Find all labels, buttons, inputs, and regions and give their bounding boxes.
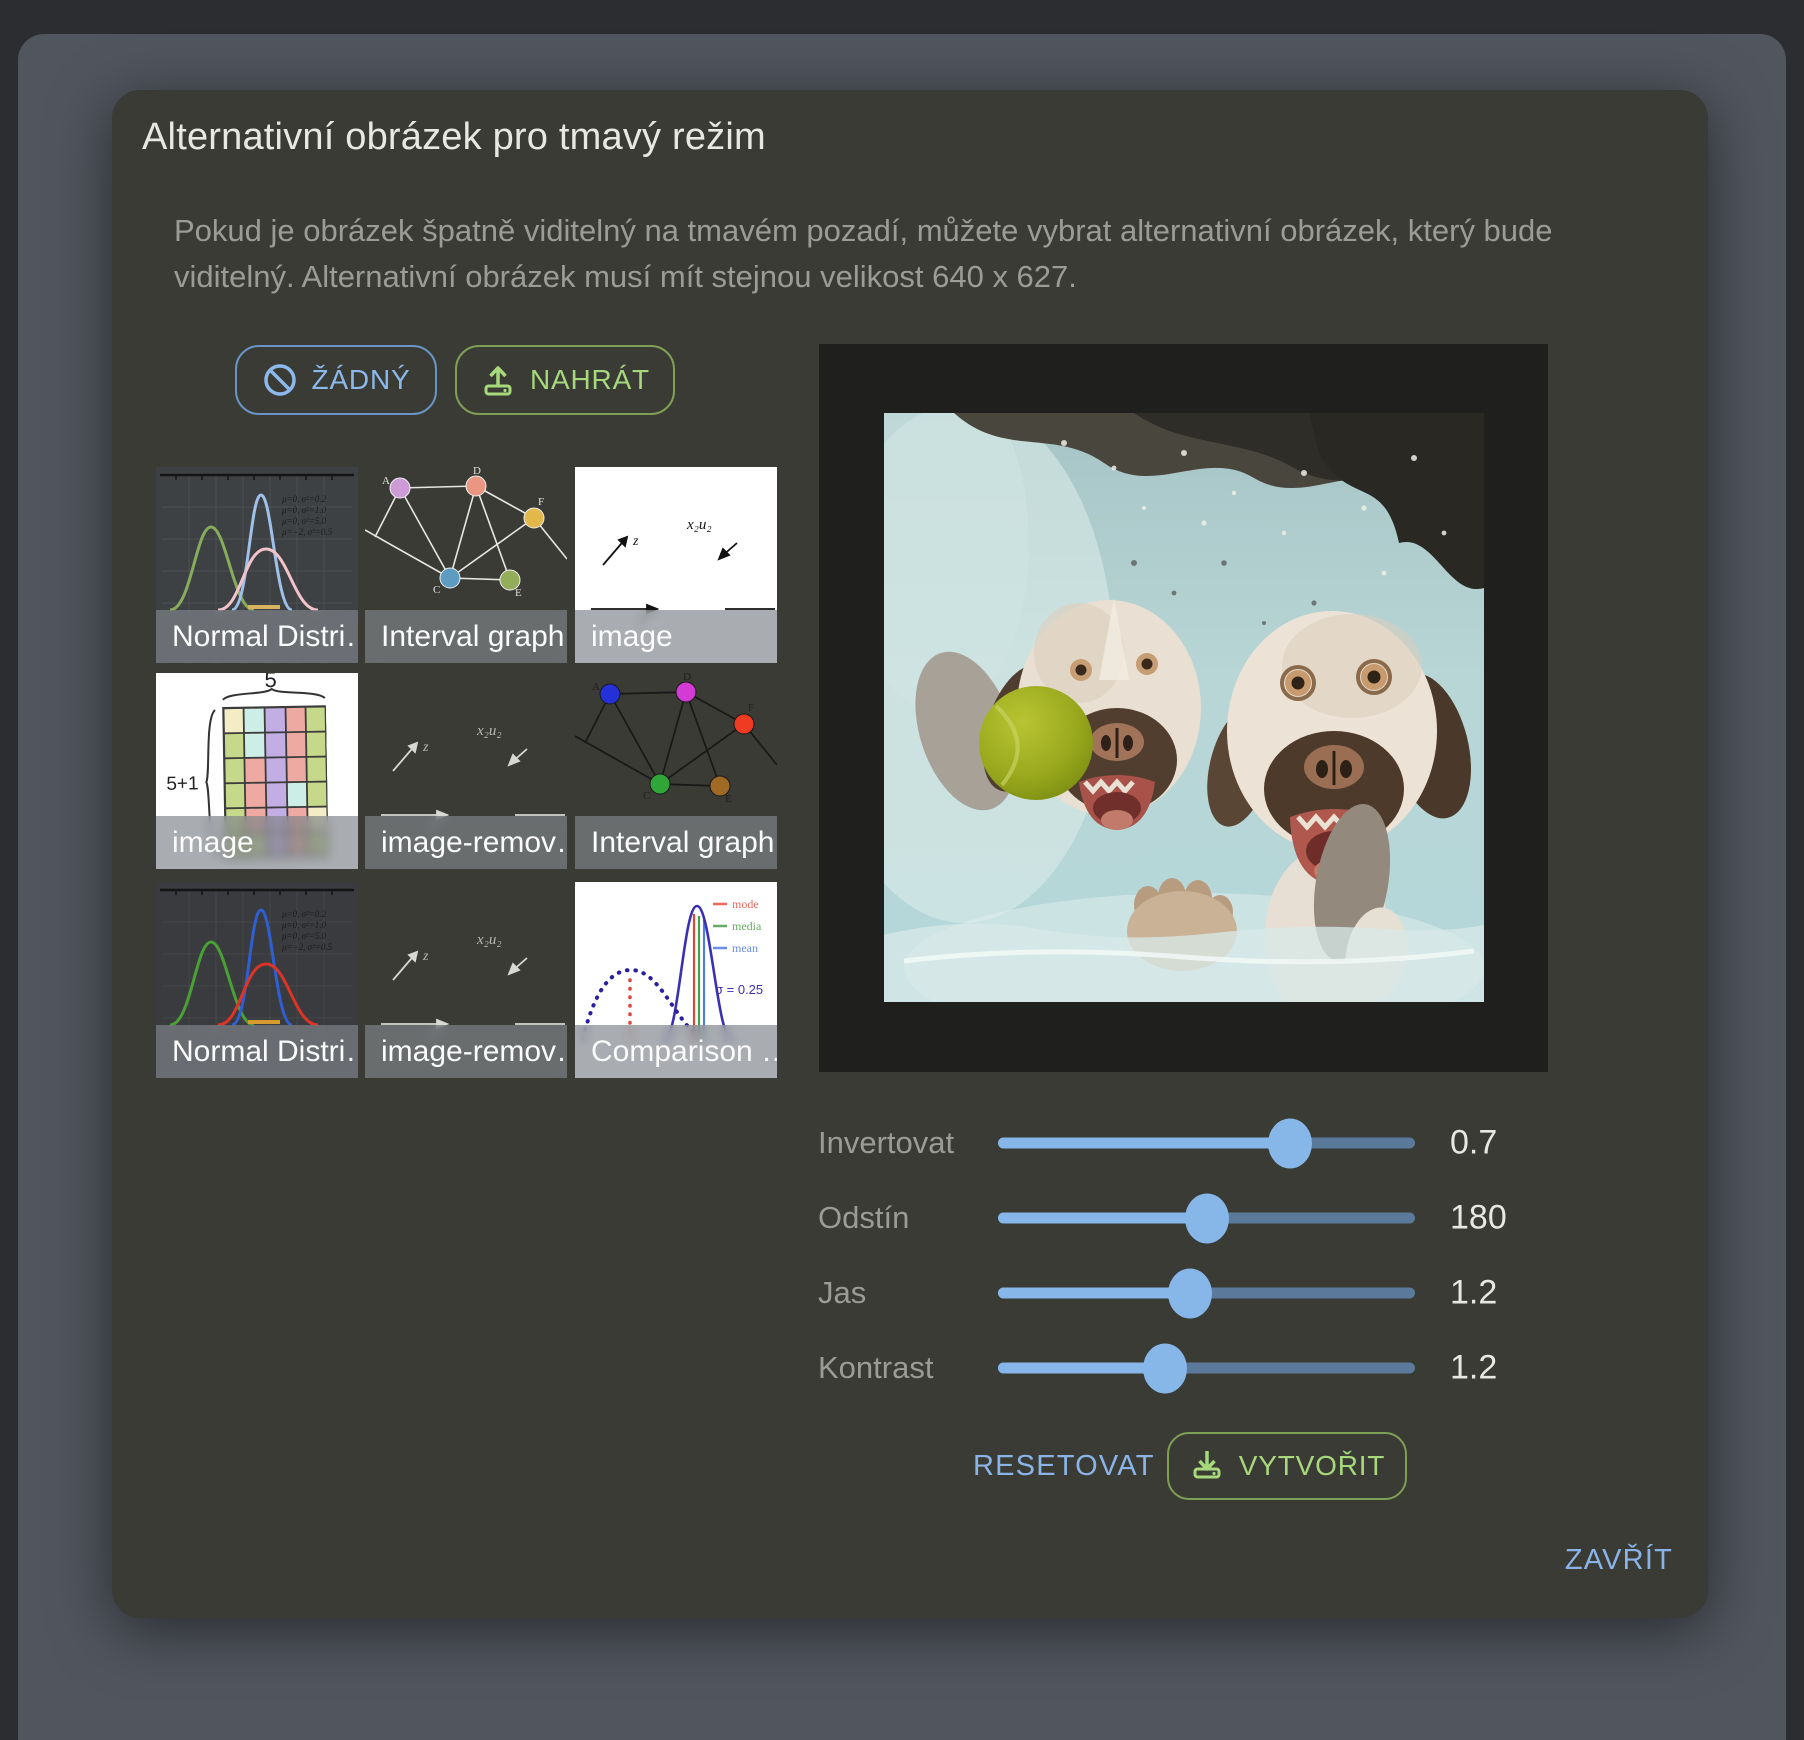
slider-value-contrast: 1.2	[1450, 1349, 1497, 1388]
svg-text:E: E	[725, 793, 732, 805]
preview-image-dogs-underwater	[884, 413, 1484, 1002]
slider-value-hue: 180	[1450, 1199, 1507, 1238]
slider-fill	[998, 1288, 1190, 1299]
upload-button[interactable]: NAHRÁT	[455, 345, 675, 415]
dialog-title: Alternativní obrázek pro tmavý režim	[142, 116, 766, 159]
svg-text:z: z	[632, 534, 639, 549]
reset-button[interactable]: RESETOVAT	[973, 1432, 1155, 1500]
svg-text:mean: mean	[732, 941, 758, 955]
thumbnail-image-axes-white[interactable]: z x x₂u₂ image	[575, 467, 777, 663]
thumbnail-label: Interval graph…	[365, 610, 567, 663]
slider-label-brightness: Jas	[818, 1275, 866, 1311]
upload-button-label: NAHRÁT	[530, 364, 650, 396]
brightness-slider[interactable]	[998, 1288, 1415, 1299]
slider-handle[interactable]	[1268, 1118, 1312, 1168]
svg-text:A: A	[382, 475, 390, 487]
svg-text:μ=0, σ²=1.0: μ=0, σ²=1.0	[281, 920, 327, 930]
thumbnail-grid: μ=0, σ²=0.2 μ=0, σ²=1.0 μ=0, σ²=5.0 μ=−2…	[156, 467, 776, 1078]
svg-text:μ=−2, σ²=0.5: μ=−2, σ²=0.5	[281, 942, 333, 952]
svg-text:x₂u₂: x₂u₂	[476, 932, 502, 948]
svg-text:C: C	[433, 584, 440, 596]
svg-text:5: 5	[264, 673, 277, 692]
slider-handle[interactable]	[1168, 1268, 1212, 1318]
slider-fill	[998, 1138, 1290, 1149]
none-button[interactable]: ŽÁDNÝ	[235, 345, 437, 415]
none-button-label: ŽÁDNÝ	[312, 364, 411, 396]
thumbnail-normal-distribution-1[interactable]: μ=0, σ²=0.2 μ=0, σ²=1.0 μ=0, σ²=5.0 μ=−2…	[156, 467, 358, 663]
slider-fill	[998, 1363, 1165, 1374]
svg-text:E: E	[515, 587, 522, 599]
svg-text:media: media	[732, 919, 762, 933]
thumbnail-label: Normal Distri…	[156, 610, 358, 663]
svg-text:μ=−2, σ²=0.5: μ=−2, σ²=0.5	[281, 527, 333, 537]
svg-text:μ=0, σ²=5.0: μ=0, σ²=5.0	[281, 931, 327, 941]
contrast-slider[interactable]	[998, 1363, 1415, 1374]
thumbnail-label: image-remov…	[365, 1025, 567, 1078]
svg-text:x₂u₂: x₂u₂	[686, 517, 712, 533]
svg-text:μ=0, σ²=5.0: μ=0, σ²=5.0	[281, 516, 327, 526]
svg-text:μ=0, σ²=0.2: μ=0, σ²=0.2	[281, 909, 327, 919]
slider-row-invert: Invertovat 0.7	[112, 1118, 1708, 1168]
svg-text:μ=0, σ²=1.0: μ=0, σ²=1.0	[281, 505, 327, 515]
slider-value-brightness: 1.2	[1450, 1274, 1497, 1313]
slider-handle[interactable]	[1143, 1343, 1187, 1393]
slider-handle[interactable]	[1185, 1193, 1229, 1243]
preview-panel	[819, 344, 1548, 1072]
thumbnail-label: Normal Distri…	[156, 1025, 358, 1078]
thumbnail-interval-graph-2[interactable]: A D F C E Interval graph…	[575, 673, 777, 869]
slider-label-hue: Odstín	[818, 1200, 909, 1236]
download-icon	[1189, 1445, 1225, 1488]
description-line-2: viditelný. Alternativní obrázek musí mít…	[174, 254, 1553, 300]
svg-text:F: F	[748, 702, 754, 714]
dark-mode-image-dialog: Alternativní obrázek pro tmavý režim Pok…	[112, 90, 1708, 1618]
svg-text:x₂u₂: x₂u₂	[476, 723, 502, 739]
slider-fill	[998, 1213, 1207, 1224]
thumbnail-label: image	[575, 610, 777, 663]
svg-text:F: F	[538, 496, 544, 508]
hue-slider[interactable]	[998, 1213, 1415, 1224]
svg-text:D: D	[473, 467, 481, 477]
thumbnail-normal-distribution-2[interactable]: μ=0, σ²=0.2 μ=0, σ²=1.0 μ=0, σ²=5.0 μ=−2…	[156, 882, 358, 1078]
slider-row-hue: Odstín 180	[112, 1193, 1708, 1243]
slider-row-brightness: Jas 1.2	[112, 1268, 1708, 1318]
create-button-label: VYTVOŘIT	[1239, 1450, 1385, 1482]
upload-icon	[480, 362, 516, 398]
slider-value-invert: 0.7	[1450, 1124, 1497, 1163]
svg-text:5+1: 5+1	[166, 773, 199, 795]
create-button[interactable]: VYTVOŘIT	[1167, 1432, 1407, 1500]
prohibition-icon	[262, 362, 298, 398]
svg-text:μ=0, σ²=0.2: μ=0, σ²=0.2	[281, 494, 327, 504]
thumbnail-interval-graph-1[interactable]: A D F C E Interval graph…	[365, 467, 567, 663]
thumbnail-image-handdrawn-grid[interactable]: 5 5+1 image	[156, 673, 358, 869]
slider-row-contrast: Kontrast 1.2	[112, 1343, 1708, 1393]
thumbnail-label: image	[156, 816, 358, 869]
close-button[interactable]: ZAVŘÍT	[1565, 1526, 1673, 1594]
thumbnail-label: Comparison …	[575, 1025, 777, 1078]
svg-text:z: z	[422, 740, 429, 755]
thumbnail-label: image-remov…	[365, 816, 567, 869]
description-line-1: Pokud je obrázek špatně viditelný na tma…	[174, 208, 1553, 254]
svg-text:A: A	[592, 681, 600, 693]
slider-label-invert: Invertovat	[818, 1125, 954, 1161]
svg-text:σ = 0.25: σ = 0.25	[715, 982, 763, 997]
thumbnail-image-removed-bg-1[interactable]: z x x₂u₂ image-remov…	[365, 673, 567, 869]
thumbnail-image-removed-bg-2[interactable]: z x x₂u₂ image-remov…	[365, 882, 567, 1078]
slider-label-contrast: Kontrast	[818, 1350, 933, 1386]
thumbnail-comparison-chart[interactable]: mode media mean σ = 0.25 Comparison …	[575, 882, 777, 1078]
thumbnail-label: Interval graph…	[575, 816, 777, 869]
svg-text:C: C	[643, 790, 650, 802]
invert-slider[interactable]	[998, 1138, 1415, 1149]
svg-text:z: z	[422, 949, 429, 964]
svg-text:mode: mode	[732, 897, 759, 911]
dialog-description: Pokud je obrázek špatně viditelný na tma…	[174, 208, 1553, 300]
svg-text:D: D	[683, 673, 691, 683]
